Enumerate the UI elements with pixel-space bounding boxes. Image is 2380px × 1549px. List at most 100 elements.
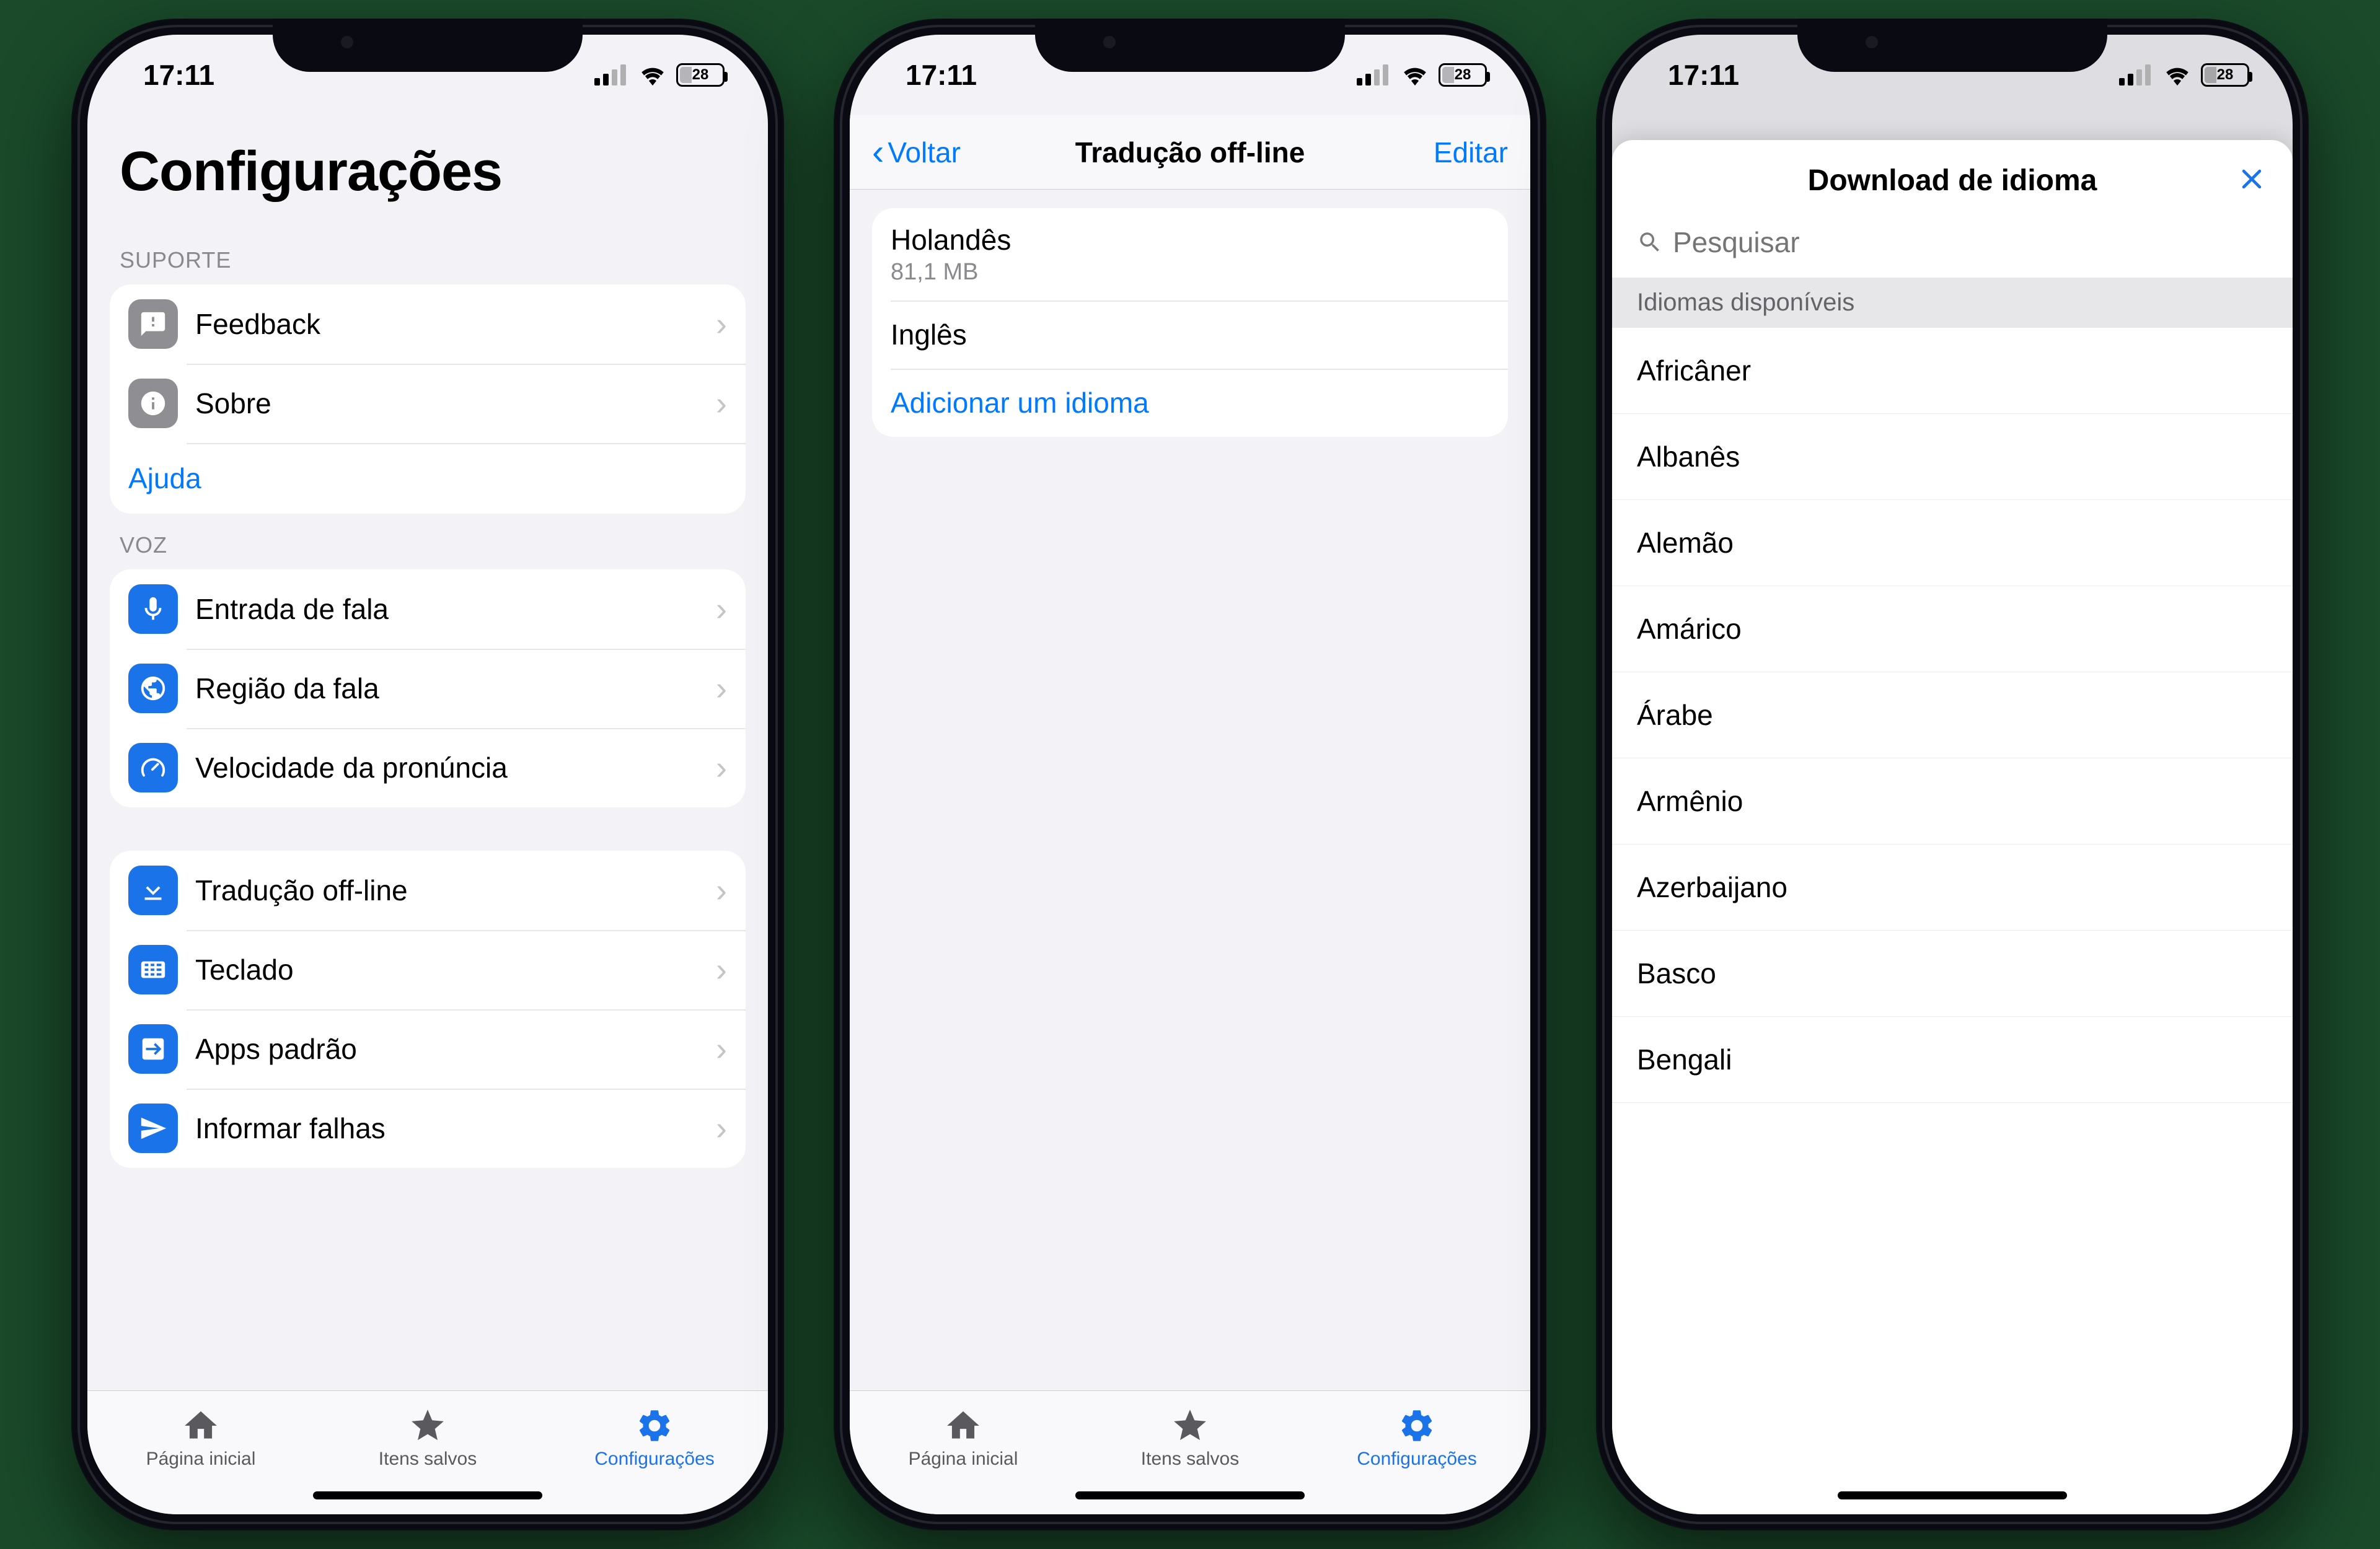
back-label: Voltar: [888, 136, 961, 169]
page-title: Configurações: [87, 115, 768, 229]
tab-saved[interactable]: Itens salvos: [1077, 1391, 1303, 1485]
row-speech-input[interactable]: Entrada de fala ›: [110, 569, 746, 649]
tab-label: Configurações: [594, 1449, 714, 1470]
chevron-right-icon: ›: [716, 384, 727, 423]
phone-frame-1: 17:11 28 Configurações SUPORTE Feedback …: [71, 19, 784, 1530]
cellular-icon: [1357, 64, 1391, 86]
phone-frame-3: 17:11 28 Download de idioma Idiomas disp…: [1596, 19, 2309, 1530]
lang-name: Inglês: [891, 318, 1489, 351]
back-button[interactable]: ‹Voltar: [872, 134, 961, 170]
row-speech-region[interactable]: Região da fala ›: [110, 649, 746, 728]
download-icon: [128, 866, 178, 915]
phone-frame-2: 17:11 28 ‹Voltar Tradução off-line Edita…: [834, 19, 1546, 1530]
keyboard-icon: [128, 945, 178, 994]
row-label: Região da fala: [195, 672, 699, 705]
language-row[interactable]: Árabe: [1612, 672, 2293, 758]
search-row[interactable]: [1612, 221, 2293, 278]
tab-settings[interactable]: Configurações: [1303, 1391, 1530, 1485]
status-time: 17:11: [1668, 58, 1739, 92]
home-indicator[interactable]: [1838, 1491, 2067, 1499]
home-icon: [944, 1406, 982, 1445]
gear-icon: [635, 1406, 674, 1445]
content-area: Configurações SUPORTE Feedback › Sobre ›: [87, 115, 768, 1390]
screen-settings: 17:11 28 Configurações SUPORTE Feedback …: [87, 35, 768, 1514]
info-icon: [128, 379, 178, 428]
mic-icon: [128, 584, 178, 634]
help-link: Ajuda: [128, 462, 201, 495]
status-icons: 28: [2119, 63, 2249, 87]
row-keyboard[interactable]: Teclado ›: [110, 930, 746, 1009]
section-header-languages: Idiomas disponíveis: [1612, 278, 2293, 328]
status-time: 17:11: [906, 58, 977, 92]
language-row[interactable]: Bengali: [1612, 1017, 2293, 1103]
add-language-link: Adicionar um idioma: [891, 386, 1149, 419]
row-speech-speed[interactable]: Velocidade da pronúncia ›: [110, 728, 746, 807]
star-icon: [1171, 1406, 1209, 1445]
language-row[interactable]: Basco: [1612, 931, 2293, 1017]
language-row[interactable]: Amárico: [1612, 586, 2293, 672]
row-help[interactable]: Ajuda: [110, 443, 746, 514]
voice-card: Entrada de fala › Região da fala › Veloc…: [110, 569, 746, 807]
row-report-issue[interactable]: Informar falhas ›: [110, 1089, 746, 1168]
row-about[interactable]: Sobre ›: [110, 364, 746, 443]
row-default-apps[interactable]: Apps padrão ›: [110, 1009, 746, 1089]
notch: [1035, 19, 1345, 72]
language-row[interactable]: Africâner: [1612, 328, 2293, 414]
row-label: Sobre: [195, 387, 699, 420]
row-lang-dutch[interactable]: Holandês 81,1 MB: [872, 208, 1508, 301]
section-header-voice: VOZ: [87, 514, 768, 569]
modal-header: Download de idioma: [1612, 140, 2293, 221]
feedback-icon: [128, 299, 178, 349]
home-indicator[interactable]: [313, 1491, 542, 1499]
row-offline-translation[interactable]: Tradução off-line ›: [110, 851, 746, 930]
row-label: Informar falhas: [195, 1112, 699, 1145]
nav-title: Tradução off-line: [1075, 136, 1305, 169]
speedometer-icon: [128, 743, 178, 792]
tab-label: Itens salvos: [1141, 1449, 1239, 1470]
chevron-right-icon: ›: [716, 1109, 727, 1147]
modal-title: Download de idioma: [1808, 164, 2097, 198]
screen-download-language: 17:11 28 Download de idioma Idiomas disp…: [1612, 35, 2293, 1514]
home-icon: [182, 1406, 220, 1445]
wifi-icon: [1400, 64, 1430, 86]
edit-button[interactable]: Editar: [1434, 136, 1508, 169]
tab-saved[interactable]: Itens salvos: [314, 1391, 541, 1485]
notch: [273, 19, 583, 72]
tab-label: Configurações: [1357, 1449, 1476, 1470]
language-row[interactable]: Azerbaijano: [1612, 845, 2293, 931]
status-icons: 28: [594, 63, 725, 87]
wifi-icon: [2162, 64, 2192, 86]
modal-sheet: Download de idioma Idiomas disponíveis A…: [1612, 140, 2293, 1514]
screen-offline-translation: 17:11 28 ‹Voltar Tradução off-line Edita…: [850, 35, 1530, 1514]
close-button[interactable]: [2238, 160, 2265, 201]
tab-home[interactable]: Página inicial: [850, 1391, 1077, 1485]
languages-card: Holandês 81,1 MB Inglês Adicionar um idi…: [872, 208, 1508, 437]
language-row[interactable]: Albanês: [1612, 414, 2293, 500]
tab-label: Página inicial: [146, 1449, 256, 1470]
tab-label: Página inicial: [909, 1449, 1018, 1470]
language-row[interactable]: Alemão: [1612, 500, 2293, 586]
chevron-right-icon: ›: [716, 950, 727, 989]
battery-icon: 28: [676, 63, 725, 87]
row-feedback[interactable]: Feedback ›: [110, 284, 746, 364]
lang-name: Holandês: [891, 223, 1489, 257]
other-card: Tradução off-line › Teclado › Apps padrã…: [110, 851, 746, 1168]
tab-settings[interactable]: Configurações: [541, 1391, 768, 1485]
language-row[interactable]: Armênio: [1612, 758, 2293, 845]
row-add-language[interactable]: Adicionar um idioma: [872, 369, 1508, 437]
chevron-right-icon: ›: [716, 871, 727, 910]
row-lang-english[interactable]: Inglês: [872, 301, 1508, 369]
row-label: Teclado: [195, 953, 699, 986]
chevron-right-icon: ›: [716, 590, 727, 628]
star-icon: [408, 1406, 447, 1445]
home-indicator[interactable]: [1075, 1491, 1305, 1499]
tab-home[interactable]: Página inicial: [87, 1391, 314, 1485]
send-icon: [128, 1104, 178, 1153]
row-label: Velocidade da pronúncia: [195, 751, 699, 784]
close-icon: [2238, 165, 2265, 193]
battery-icon: 28: [1439, 63, 1487, 87]
status-icons: 28: [1357, 63, 1487, 87]
cellular-icon: [2119, 64, 2154, 86]
chevron-right-icon: ›: [716, 305, 727, 343]
search-input[interactable]: [1673, 226, 2268, 259]
